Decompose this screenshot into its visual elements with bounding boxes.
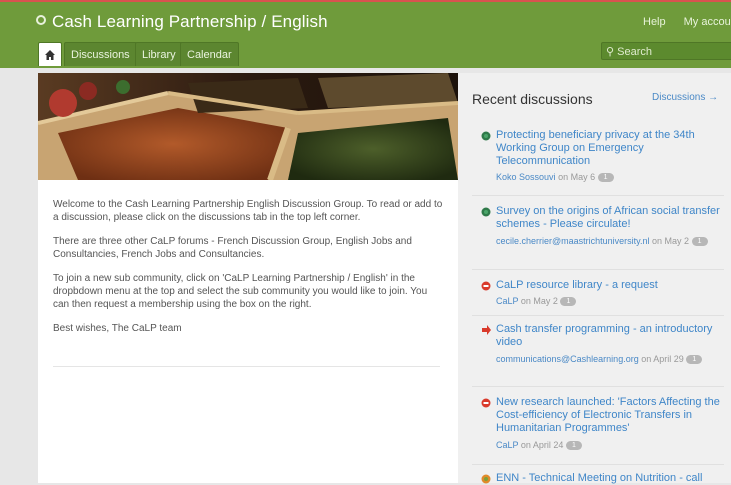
reply-count-badge: 1: [691, 237, 708, 247]
discussion-author[interactable]: cecile.cherrier@maastrichtuniversity.nl: [496, 236, 650, 246]
reply-count-badge: 1: [565, 441, 582, 451]
discussion-author[interactable]: communications@Cashlearning.org: [496, 354, 639, 364]
tab-discussions[interactable]: Discussions: [64, 42, 137, 66]
discussion-author[interactable]: CaLP: [496, 296, 518, 306]
reply-count-badge: 1: [560, 297, 577, 307]
discussion-title[interactable]: Survey on the origins of African social …: [496, 205, 724, 231]
search-input[interactable]: ⚲ Search: [601, 42, 731, 60]
search-icon: ⚲: [606, 46, 615, 58]
discussion-title[interactable]: Protecting beneficiary privacy at the 34…: [496, 129, 724, 168]
item-divider: [472, 315, 724, 316]
discussion-title[interactable]: Cash transfer programming - an introduct…: [496, 323, 724, 349]
reply-count-badge: 1: [597, 173, 614, 183]
green-dot-icon: [481, 207, 491, 217]
recent-discussions-title: Recent discussions: [472, 91, 593, 107]
forums-paragraph: There are three other CaLP forums - Fren…: [53, 236, 412, 260]
welcome-text: Welcome to the Cash Learning Partnership…: [53, 198, 445, 346]
green-dot-icon: [481, 131, 491, 141]
red-arrow-icon: [482, 325, 491, 335]
discussion-meta: Koko Sossouvi on May 6 1: [496, 171, 724, 183]
discussion-author[interactable]: CaLP: [496, 440, 518, 450]
discussion-meta: communications@Cashlearning.org on April…: [496, 353, 724, 365]
tab-calendar[interactable]: Calendar: [180, 42, 239, 66]
join-paragraph: To join a new sub community, click on 'C…: [53, 273, 428, 310]
discussion-date: on April 29: [641, 354, 684, 364]
help-link[interactable]: Help: [643, 16, 666, 28]
discussion-date: on May 6: [558, 172, 596, 182]
top-links: Help My account: [643, 16, 731, 28]
site-header: Cash Learning Partnership / English Help…: [0, 2, 731, 68]
circle-icon: [36, 15, 46, 25]
recent-discussions-panel: Recent discussions Discussions → Protect…: [458, 73, 731, 485]
my-account-link[interactable]: My account: [684, 16, 731, 28]
item-divider: [472, 269, 724, 270]
hero-image-tea-tray: [38, 73, 458, 180]
discussion-date: on May 2: [652, 236, 690, 246]
discussion-meta: cecile.cherrier@maastrichtuniversity.nl …: [496, 235, 724, 247]
brand-title: Cash Learning Partnership / English: [52, 12, 328, 31]
discussion-date: on May 2: [520, 296, 558, 306]
item-divider: [472, 195, 724, 196]
welcome-paragraph: Welcome to the Cash Learning Partnership…: [53, 199, 443, 223]
discussion-author[interactable]: Koko Sossouvi: [496, 172, 556, 182]
home-icon: [45, 50, 55, 60]
red-circle-icon: [481, 281, 491, 291]
tab-home[interactable]: [38, 42, 62, 66]
orange-dot-icon: [481, 474, 491, 484]
discussion-title[interactable]: CaLP resource library - a request: [496, 279, 724, 292]
tab-library[interactable]: Library: [135, 42, 183, 66]
discussion-meta: CaLP on April 24 1: [496, 439, 724, 451]
community-switcher[interactable]: Cash Learning Partnership / English: [36, 12, 328, 32]
discussion-meta: CaLP on May 2 1: [496, 295, 724, 307]
reply-count-badge: 1: [686, 355, 703, 365]
discussion-date: on April 24: [520, 440, 564, 450]
red-circle-icon: [481, 398, 491, 408]
discussion-title[interactable]: New research launched: 'Factors Affectin…: [496, 396, 724, 435]
item-divider: [472, 464, 724, 465]
content-divider: [53, 366, 440, 367]
item-divider: [472, 386, 724, 387]
discussions-link[interactable]: Discussions →: [652, 92, 718, 103]
search-placeholder: Search: [617, 46, 652, 58]
main-content-panel: Welcome to the Cash Learning Partnership…: [38, 73, 458, 483]
signoff-paragraph: Best wishes, The CaLP team: [53, 323, 182, 334]
discussion-title[interactable]: ENN - Technical Meeting on Nutrition - c…: [496, 472, 724, 485]
